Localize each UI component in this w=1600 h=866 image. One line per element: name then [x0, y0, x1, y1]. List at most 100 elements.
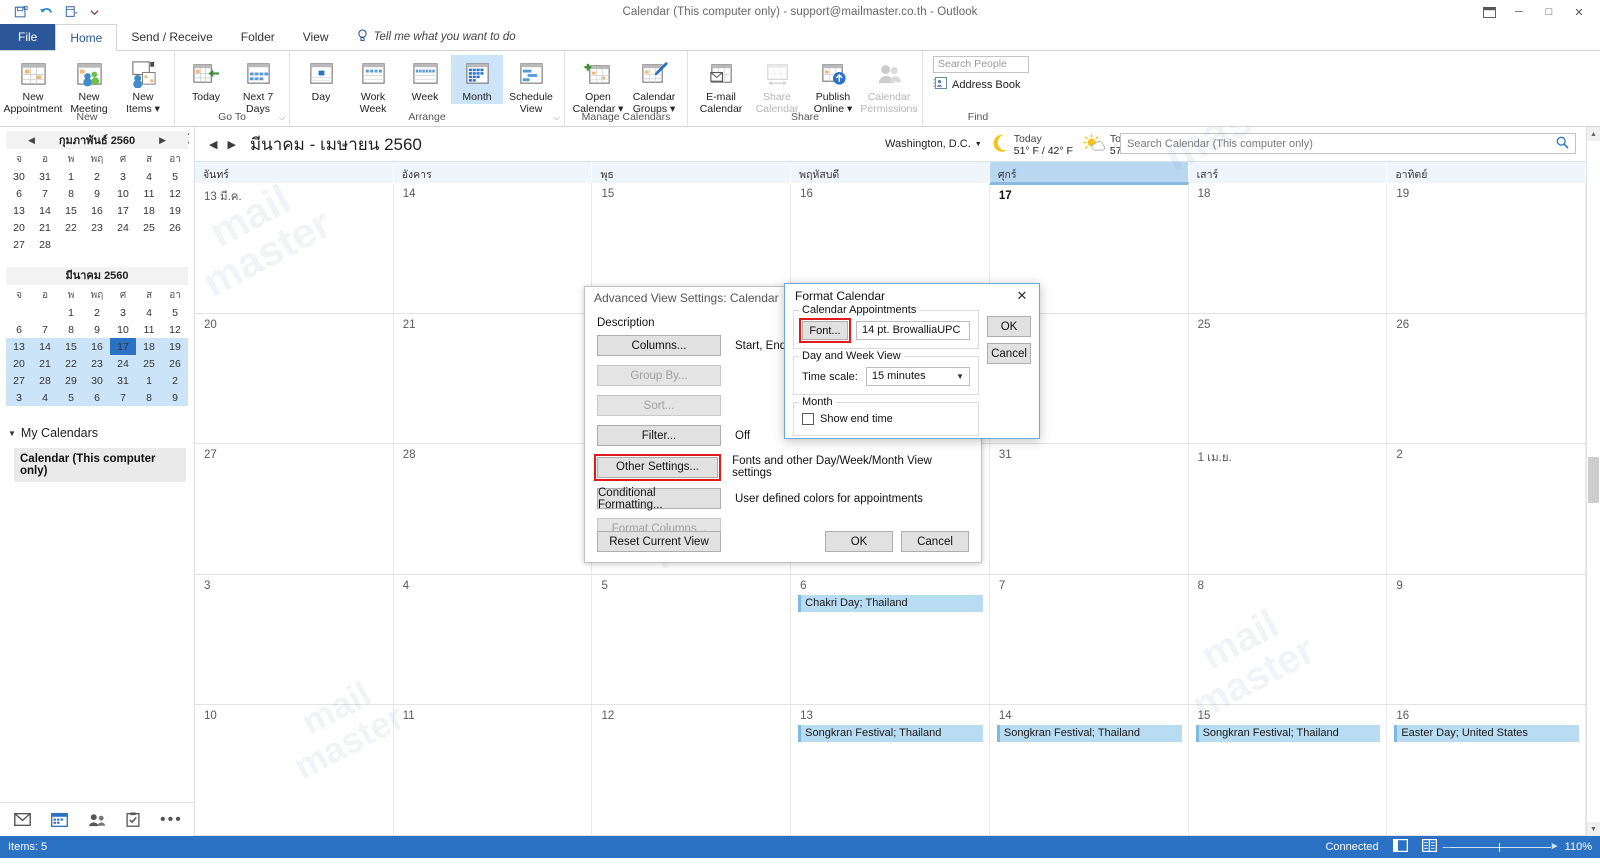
- font-value-field[interactable]: 14 pt. BrowalliaUPC: [856, 321, 970, 340]
- show-end-time-row[interactable]: Show end time: [802, 413, 970, 425]
- calendar-icon[interactable]: [51, 812, 68, 827]
- calendar-day-cell[interactable]: 27: [195, 444, 394, 574]
- mini-cal-day[interactable]: 1: [58, 304, 84, 321]
- mini-cal-day[interactable]: 17: [110, 202, 136, 219]
- calendar-event[interactable]: Easter Day; United States: [1394, 725, 1580, 743]
- show-end-time-checkbox[interactable]: [802, 413, 814, 425]
- calendar-day-cell[interactable]: 10: [195, 705, 394, 835]
- mini-cal-day[interactable]: 3: [110, 304, 136, 321]
- mini-cal-day[interactable]: 21: [32, 219, 58, 236]
- mini-cal-day[interactable]: 9: [84, 321, 110, 338]
- calendar-day-cell[interactable]: 3: [195, 574, 394, 705]
- scrollbar-thumb[interactable]: [1588, 457, 1599, 503]
- calendar-day-cell[interactable]: 16 Easter Day; United States: [1387, 705, 1587, 835]
- calendar-event[interactable]: Chakri Day; Thailand: [798, 594, 983, 612]
- mini-cal-next-icon[interactable]: ▶: [159, 135, 166, 146]
- mini-cal-day[interactable]: 22: [58, 355, 84, 372]
- calendar-day-cell[interactable]: 6 Chakri Day; Thailand: [791, 574, 990, 705]
- time-scale-select[interactable]: 15 minutes ▼: [865, 367, 970, 386]
- chevron-down-icon[interactable]: ▼: [956, 368, 964, 385]
- calendar-day-cell[interactable]: 8: [1189, 574, 1388, 705]
- mini-cal-day[interactable]: 30: [6, 168, 32, 185]
- mini-cal-day[interactable]: 22: [58, 219, 84, 236]
- mini-cal-day[interactable]: 2: [162, 372, 188, 389]
- mini-cal-day[interactable]: 20: [6, 219, 32, 236]
- mini-cal-day[interactable]: 9: [162, 389, 188, 406]
- advanced-cancel-button[interactable]: Cancel: [901, 531, 969, 552]
- mini-cal-day[interactable]: 6: [6, 321, 32, 338]
- mini-cal-day[interactable]: 7: [110, 389, 136, 406]
- conditional-formatting-button[interactable]: Conditional Formatting...: [597, 487, 721, 511]
- mini-cal-day[interactable]: 12: [162, 321, 188, 338]
- search-people-input[interactable]: Search People: [933, 56, 1029, 73]
- close-icon[interactable]: ✕: [1011, 286, 1033, 306]
- mini-cal-day[interactable]: 14: [32, 202, 58, 219]
- advanced-ok-button[interactable]: OK: [825, 531, 893, 552]
- calendar-day-cell[interactable]: 14: [394, 183, 593, 313]
- mini-cal-day[interactable]: 25: [136, 355, 162, 372]
- sidebar-item-calendar[interactable]: Calendar (This computer only): [14, 448, 186, 482]
- mini-cal-day[interactable]: 16: [84, 202, 110, 219]
- weather-location[interactable]: Washington, D.C. ▼: [885, 138, 982, 150]
- mail-icon[interactable]: [14, 813, 31, 826]
- font-button[interactable]: Font...: [799, 318, 851, 343]
- mini-cal-day[interactable]: 27: [6, 236, 32, 253]
- format-ok-button[interactable]: OK: [987, 316, 1031, 337]
- mini-cal-day[interactable]: [110, 236, 136, 253]
- scroll-up-button[interactable]: ▲: [1587, 127, 1600, 141]
- mini-cal-day[interactable]: 28: [32, 372, 58, 389]
- calendar-day-cell[interactable]: 26: [1387, 313, 1587, 444]
- mini-cal-day[interactable]: 5: [162, 304, 188, 321]
- mini-calendar-1-grid[interactable]: จ อ พ พฤ ศ ส อา 30 31 1 2 3 4 5 6 7 8 9 10 11 12 13 14 1…: [6, 151, 188, 253]
- mini-cal-day[interactable]: 28: [32, 236, 58, 253]
- prev-period-button[interactable]: ◀: [209, 138, 217, 151]
- mini-cal-day[interactable]: 20: [6, 355, 32, 372]
- mini-cal-day[interactable]: 19: [162, 202, 188, 219]
- columns-button[interactable]: Columns...: [597, 335, 721, 356]
- mini-cal-day[interactable]: 14: [32, 338, 58, 355]
- mini-cal-day[interactable]: 8: [58, 185, 84, 202]
- mini-cal-day[interactable]: [84, 236, 110, 253]
- next-period-button[interactable]: ▶: [227, 138, 235, 151]
- reading-view-icon[interactable]: [1421, 838, 1437, 855]
- day-view-button[interactable]: Day: [295, 55, 347, 104]
- mini-cal-day[interactable]: 9: [84, 185, 110, 202]
- mini-cal-day[interactable]: 5: [162, 168, 188, 185]
- new-items-button[interactable]: New Items ▾: [117, 55, 169, 115]
- calendar-event[interactable]: Songkran Festival; Thailand: [798, 725, 983, 743]
- mini-cal-day[interactable]: 6: [6, 185, 32, 202]
- zoom-slider-handle[interactable]: [1498, 842, 1500, 852]
- expand-triangle-icon[interactable]: ▼: [8, 429, 16, 438]
- calendar-day-cell[interactable]: 13 มี.ค.: [195, 183, 394, 313]
- calendar-day-cell[interactable]: 31: [990, 444, 1189, 574]
- calendar-day-cell[interactable]: 14 Songkran Festival; Thailand: [990, 705, 1189, 835]
- publish-online-button[interactable]: Publish Online ▾: [805, 55, 861, 115]
- mini-cal-day[interactable]: [58, 236, 84, 253]
- calendar-day-cell[interactable]: 21: [394, 313, 593, 444]
- mini-cal-day[interactable]: 24: [110, 219, 136, 236]
- mini-cal-day[interactable]: 25: [136, 219, 162, 236]
- scroll-down-button[interactable]: ▼: [1587, 822, 1600, 836]
- calendar-day-cell[interactable]: 4: [394, 574, 593, 705]
- mini-calendar-2-grid[interactable]: จ อ พ พฤ ศ ส อา 1 2 3 4 5 6 7 8 9 10 11 12 13 14 15 16 1…: [6, 287, 188, 406]
- reset-current-view-button[interactable]: Reset Current View: [597, 531, 721, 552]
- mini-cal-day[interactable]: 15: [58, 338, 84, 355]
- people-icon[interactable]: [88, 813, 106, 827]
- calendar-day-cell[interactable]: 7: [990, 574, 1189, 705]
- mini-cal-day[interactable]: 13: [6, 202, 32, 219]
- next-7-days-button[interactable]: Next 7 Days: [232, 55, 284, 115]
- search-icon[interactable]: [1556, 136, 1569, 152]
- minimize-button[interactable]: ─: [1504, 0, 1534, 24]
- mini-cal-day[interactable]: 8: [136, 389, 162, 406]
- tab-folder[interactable]: Folder: [227, 24, 289, 50]
- mini-cal-day[interactable]: 4: [136, 168, 162, 185]
- tab-view[interactable]: View: [289, 24, 343, 50]
- mini-cal-day[interactable]: 7: [32, 185, 58, 202]
- calendar-day-cell[interactable]: 12: [592, 705, 792, 835]
- mini-cal-day[interactable]: [6, 304, 32, 321]
- month-view-button[interactable]: Month: [451, 55, 503, 104]
- calendar-day-cell[interactable]: 19: [1387, 183, 1587, 313]
- calendar-day-cell[interactable]: 11: [394, 705, 593, 835]
- mini-cal-day[interactable]: 15: [58, 202, 84, 219]
- calendar-vertical-scrollbar[interactable]: ▲ ▼: [1586, 127, 1600, 836]
